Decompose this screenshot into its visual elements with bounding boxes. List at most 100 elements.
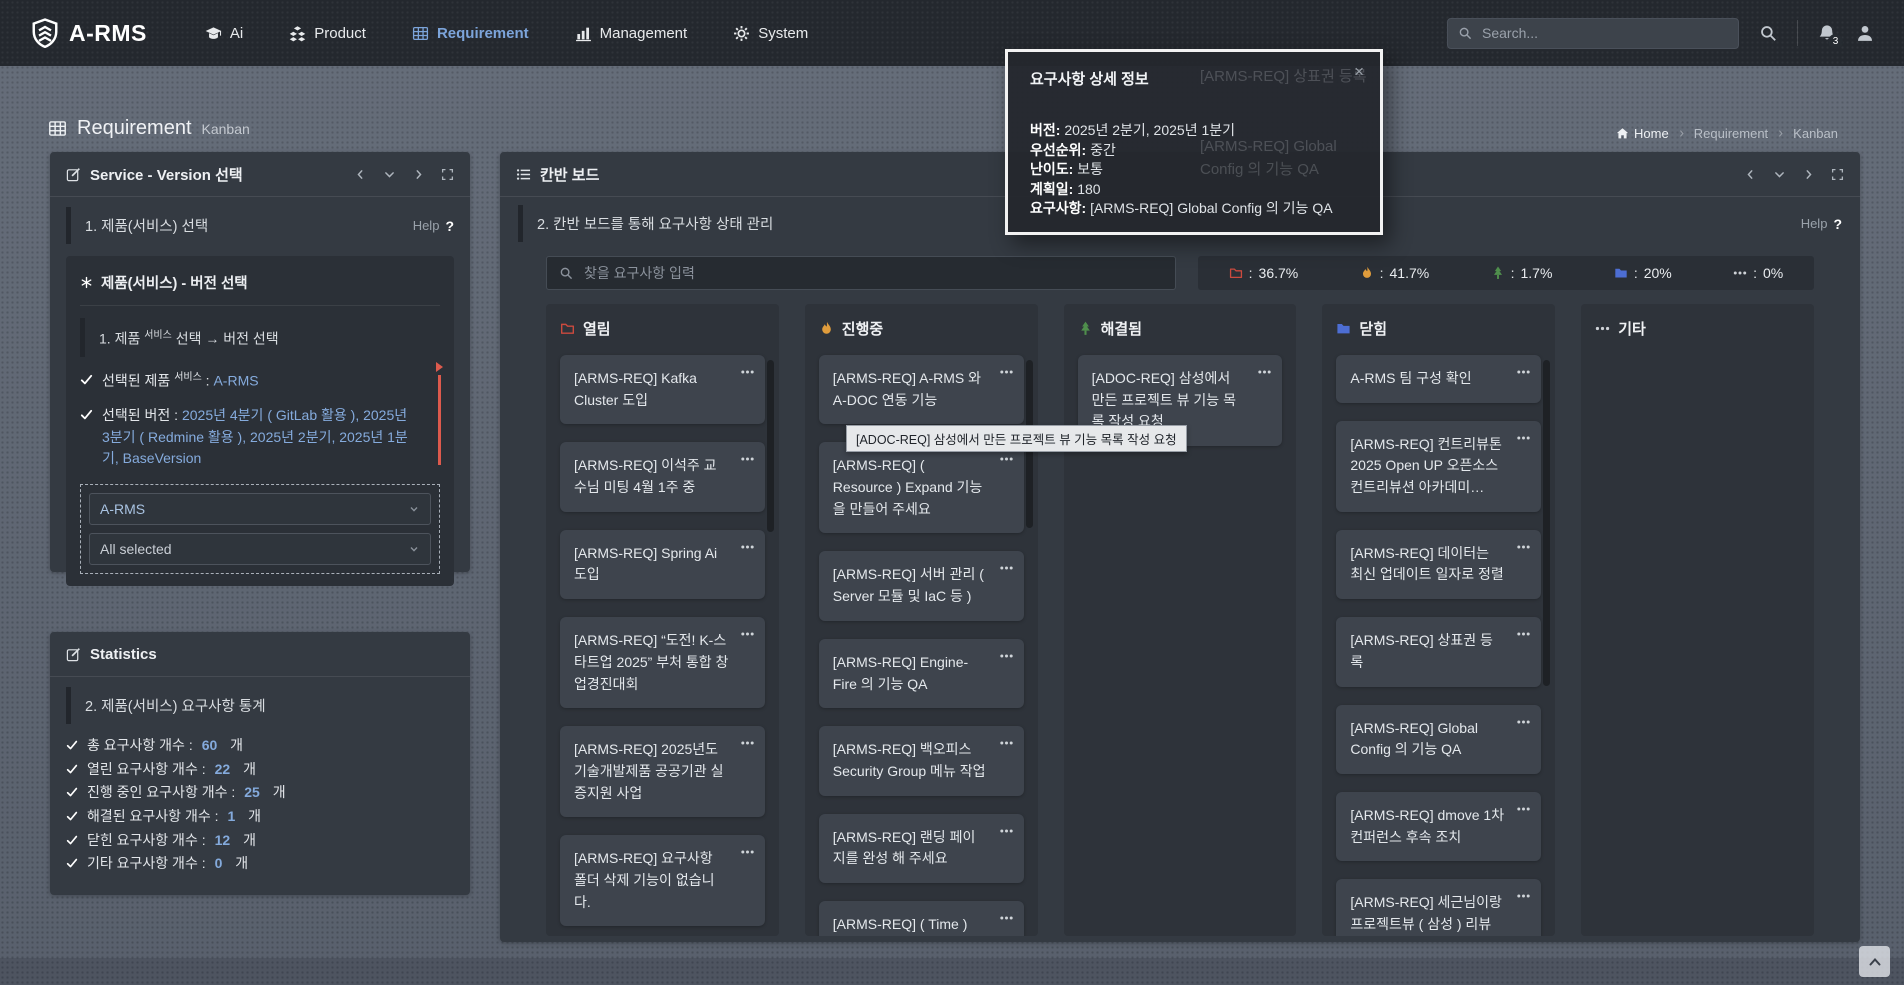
chevron-right-icon[interactable] (412, 168, 425, 181)
check-icon (66, 810, 78, 822)
nav-item-requirement[interactable]: Requirement (412, 25, 529, 42)
kanban-card[interactable]: [ARMS-REQ] Spring Ai 도입 (560, 530, 765, 599)
scroll-to-top-button[interactable] (1859, 946, 1890, 977)
kanban-card[interactable]: [ARMS-REQ] 2025년도 기술개발제품 공공기관 실증지원 사업 (560, 726, 765, 817)
card-menu-icon[interactable] (740, 738, 755, 748)
kanban-card[interactable]: A-RMS 팀 구성 확인 (1336, 355, 1541, 403)
kanban-search-box[interactable] (546, 256, 1176, 290)
kanban-card[interactable]: [ARMS-REQ] 서버 관리 ( Server 모듈 및 IaC 등 ) (819, 551, 1024, 620)
notification-badge: 3 (1828, 34, 1843, 49)
header-search-button[interactable] (1759, 24, 1777, 42)
kanban-card[interactable]: [ARMS-REQ] Global Config 의 기능 QA (1336, 705, 1541, 774)
subpanel-title: 제품(서비스) - 버전 선택 (101, 272, 248, 293)
check-icon (80, 373, 93, 386)
header-right: 3 (1447, 18, 1874, 49)
card-menu-icon[interactable] (1516, 804, 1531, 814)
card-menu-icon[interactable] (999, 563, 1014, 573)
panel-controls (354, 168, 454, 181)
popup-detail-row: 요구사항: [ARMS-REQ] Global Config 의 기능 QA (1030, 199, 1358, 219)
card-menu-icon[interactable] (999, 367, 1014, 377)
chevron-right-icon[interactable] (1802, 168, 1815, 181)
kanban-card[interactable]: [ARMS-REQ] ( Time ) (819, 901, 1024, 936)
chevron-down-icon[interactable] (1773, 168, 1786, 181)
selected-product-value: A-RMS (213, 372, 258, 388)
card-menu-icon[interactable] (1516, 542, 1531, 552)
card-menu-icon[interactable] (740, 847, 755, 857)
product-select[interactable]: A-RMS (89, 493, 431, 525)
expand-icon[interactable] (441, 168, 454, 181)
step-suffix: 선택 → 버전 선택 (172, 331, 279, 347)
version-select[interactable]: All selected (89, 533, 431, 565)
nav-item-management[interactable]: Management (575, 25, 688, 42)
help-button[interactable]: Help ? (1801, 216, 1842, 232)
breadcrumb-item-kanban[interactable]: Kanban (1793, 126, 1838, 141)
chevron-left-icon[interactable] (1744, 168, 1757, 181)
stat-value: 1.7% (1521, 265, 1553, 281)
chevron-down-icon[interactable] (383, 168, 396, 181)
kanban-card[interactable]: [ARMS-REQ] 요구사항 폴더 삭제 기능이 없습니다. (560, 835, 765, 926)
header-search-box[interactable] (1447, 18, 1739, 49)
nav-item-label: System (758, 25, 808, 42)
kanban-card[interactable]: [ARMS-REQ] ( Resource ) Expand 기능을 만들어 주… (819, 442, 1024, 533)
drag-tooltip: [ADOC-REQ] 삼성에서 만든 프로젝트 뷰 기능 목록 작성 요청 (846, 425, 1187, 452)
card-menu-icon[interactable] (1516, 891, 1531, 901)
card-menu-icon[interactable] (999, 651, 1014, 661)
kanban-board-panel: 칸반 보드 2. 칸반 보드를 통해 요구사항 상태 관리 Help ? : 3… (500, 152, 1860, 942)
kanban-card[interactable]: [ARMS-REQ] Kafka Cluster 도입 (560, 355, 765, 424)
header-search-input[interactable] (1480, 24, 1728, 42)
app-logo[interactable]: A-RMS (30, 18, 147, 48)
card-menu-icon[interactable] (1257, 367, 1272, 377)
card-menu-icon[interactable] (740, 454, 755, 464)
card-menu-icon[interactable] (999, 738, 1014, 748)
kanban-card[interactable]: [ARMS-REQ] 세근님이랑 프로젝트뷰 ( 삼성 ) 리뷰 (1336, 879, 1541, 936)
column-scrollbar[interactable] (1543, 360, 1550, 686)
breadcrumb-item-home[interactable]: Home (1616, 126, 1669, 141)
card-menu-icon[interactable] (1516, 433, 1531, 443)
nav-item-label: Ai (230, 25, 243, 42)
kanban-card[interactable]: [ARMS-REQ] 백오피스 Security Group 메뉴 작업 (819, 726, 1024, 795)
help-label: Help (1801, 216, 1828, 231)
column-scrollbar[interactable] (767, 360, 774, 532)
kanban-card[interactable]: [ARMS-REQ] 랜딩 페이지를 완성 해 주세요 (819, 814, 1024, 883)
card-menu-icon[interactable] (999, 454, 1014, 464)
folder-open-icon (560, 321, 575, 336)
user-icon (1856, 24, 1874, 42)
card-menu-icon[interactable] (1516, 717, 1531, 727)
notifications-button[interactable]: 3 (1818, 24, 1836, 42)
popup-close-button[interactable]: × (1354, 62, 1364, 82)
kanban-card[interactable]: [ARMS-REQ] 이석주 교수님 미팅 4월 1주 중 (560, 442, 765, 511)
card-menu-icon[interactable] (740, 542, 755, 552)
nav-item-system[interactable]: System (733, 25, 808, 42)
expand-icon[interactable] (1831, 168, 1844, 181)
check-icon (80, 408, 93, 421)
card-menu-icon[interactable] (740, 629, 755, 639)
card-title: [ARMS-REQ] 백오피스 Security Group 메뉴 작업 (833, 739, 1010, 782)
breadcrumb-label: Requirement (1694, 126, 1768, 141)
card-menu-icon[interactable] (1516, 367, 1531, 377)
breadcrumb-item-requirement[interactable]: Requirement (1694, 126, 1768, 141)
stat-value: 36.7% (1259, 265, 1299, 281)
help-button[interactable]: Help ? (413, 218, 454, 234)
kanban-card[interactable]: [ARMS-REQ] “도전! K-스타트업 2025” 부처 통합 창업경진대… (560, 617, 765, 708)
step-superscript: 서비스 (144, 330, 172, 341)
stat-separator: : (1249, 265, 1253, 281)
check-icon (66, 834, 78, 846)
card-menu-icon[interactable] (999, 826, 1014, 836)
kanban-card[interactable]: [ARMS-REQ] 상표권 등록 (1336, 617, 1541, 686)
kanban-card[interactable]: [ARMS-REQ] 데이터는 최신 업데이트 일자로 정렬 (1336, 530, 1541, 599)
popup-row-label: 난이도: (1030, 161, 1077, 177)
card-menu-icon[interactable] (740, 367, 755, 377)
nav-item-label: Product (314, 25, 366, 42)
card-menu-icon[interactable] (1516, 629, 1531, 639)
kanban-card[interactable]: [ARMS-REQ] dmove 1차 컨퍼런스 후속 조치 (1336, 792, 1541, 861)
nav-item-ai[interactable]: Ai (205, 25, 243, 42)
kanban-card[interactable]: [ARMS-REQ] Engine-Fire 의 기능 QA (819, 639, 1024, 708)
nav-item-product[interactable]: Product (289, 25, 366, 42)
user-menu-button[interactable] (1856, 24, 1874, 42)
chevron-left-icon[interactable] (354, 168, 367, 181)
kanban-search-input[interactable] (582, 264, 1163, 282)
kanban-card[interactable]: [ARMS-REQ] A-RMS 와 A-DOC 연동 기능 (819, 355, 1024, 424)
service-panel-header: Service - Version 선택 (50, 152, 470, 197)
card-menu-icon[interactable] (999, 913, 1014, 923)
kanban-card[interactable]: [ARMS-REQ] 컨트리뷰톤 2025 Open UP 오픈소스 컨트리뷰션… (1336, 421, 1541, 512)
